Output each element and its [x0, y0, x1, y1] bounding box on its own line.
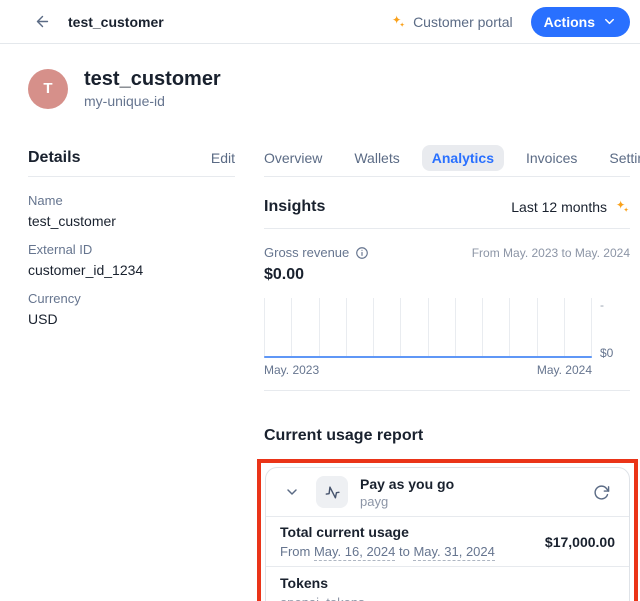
range-end-date[interactable]: May. 31, 2024 — [413, 544, 494, 561]
tab-invoices[interactable]: Invoices — [516, 145, 587, 171]
customer-external-id: my-unique-id — [84, 93, 221, 109]
field-value: customer_id_1234 — [28, 261, 235, 279]
chart-gridline — [591, 298, 592, 358]
chart-gridline — [264, 298, 265, 358]
customer-header: T test_customer my-unique-id — [28, 68, 630, 109]
range-middle: to — [395, 544, 413, 559]
chart-gridline — [291, 298, 292, 358]
arrow-left-icon — [34, 13, 51, 30]
field-currency: Currency USD — [28, 291, 235, 328]
usage-report-heading: Current usage report — [264, 425, 630, 447]
chart-gridline — [346, 298, 347, 358]
tab-settings[interactable]: Settings — [599, 145, 640, 171]
chart-zero-line — [264, 356, 592, 358]
y-axis-label-top: - — [600, 298, 630, 312]
details-heading: Details — [28, 149, 80, 167]
range-prefix: From — [280, 544, 314, 559]
field-name: Name test_customer — [28, 193, 235, 230]
gross-revenue-label: Gross revenue — [264, 245, 349, 260]
pulse-icon — [322, 482, 341, 501]
chart-divider — [264, 390, 630, 391]
field-label: Currency — [28, 291, 235, 307]
insights-divider — [264, 228, 630, 229]
sparkle-icon — [614, 199, 630, 215]
total-usage-amount: $17,000.00 — [545, 534, 615, 550]
red-annotation-box: Pay as you go payg Total current usage F… — [257, 459, 638, 601]
field-label: Name — [28, 193, 235, 209]
total-usage-row: Total current usage From May. 16, 2024 t… — [266, 517, 629, 566]
topbar-title: test_customer — [68, 14, 164, 30]
usage-card: Pay as you go payg Total current usage F… — [265, 467, 630, 601]
chart-gridline — [428, 298, 429, 358]
tab-wallets[interactable]: Wallets — [344, 145, 409, 171]
tabs-divider — [264, 176, 630, 177]
field-value: USD — [28, 310, 235, 328]
range-start-date[interactable]: May. 16, 2024 — [314, 544, 395, 561]
insights-heading: Insights — [264, 198, 325, 216]
customer-portal-label: Customer portal — [413, 14, 513, 30]
avatar-initial: T — [43, 80, 52, 97]
tab-bar: Overview Wallets Analytics Invoices Sett… — [254, 145, 640, 171]
tab-overview[interactable]: Overview — [254, 145, 332, 171]
field-label: External ID — [28, 242, 235, 258]
actions-button[interactable]: Actions — [531, 7, 630, 37]
main-panel: Overview Wallets Analytics Invoices Sett… — [264, 143, 630, 601]
chart-gridline — [537, 298, 538, 358]
chart-gridline — [564, 298, 565, 358]
x-axis-label-start: May. 2023 — [264, 363, 319, 377]
gross-revenue-value: $0.00 — [264, 266, 630, 284]
field-external-id: External ID customer_id_1234 — [28, 242, 235, 279]
chart-gridline — [455, 298, 456, 358]
chart-gridline — [482, 298, 483, 358]
info-icon[interactable] — [355, 246, 369, 260]
chart-gridline — [400, 298, 401, 358]
refresh-icon — [593, 484, 610, 501]
total-usage-range: From May. 16, 2024 to May. 31, 2024 — [280, 544, 495, 559]
sparkle-icon — [390, 14, 406, 30]
chart-plot — [264, 298, 592, 358]
period-label: Last 12 months — [511, 199, 607, 215]
plan-header-row: Pay as you go payg — [266, 468, 629, 516]
x-axis-label-end: May. 2024 — [537, 363, 592, 377]
chart-gridline — [319, 298, 320, 358]
y-axis-label-zero: $0 — [600, 346, 630, 360]
charge-row: Tokens openai_tokens — [266, 567, 629, 601]
tab-analytics[interactable]: Analytics — [422, 145, 504, 171]
gross-revenue-chart: May. 2023 May. 2024 - $0 — [264, 298, 630, 377]
chevron-down-icon — [602, 14, 617, 29]
charge-code: openai_tokens — [280, 595, 615, 601]
plan-icon-container — [316, 476, 348, 508]
edit-details-link[interactable]: Edit — [211, 150, 235, 166]
back-button[interactable] — [30, 10, 54, 34]
metric-date-range: From May. 2023 to May. 2024 — [472, 245, 630, 260]
gross-revenue-label-row: Gross revenue — [264, 245, 369, 260]
chart-gridline — [373, 298, 374, 358]
customer-portal-link[interactable]: Customer portal — [390, 14, 513, 30]
details-divider — [28, 176, 235, 177]
charge-title: Tokens — [280, 575, 615, 592]
total-usage-label: Total current usage — [280, 524, 495, 541]
customer-name: test_customer — [84, 68, 221, 90]
refresh-button[interactable] — [587, 478, 615, 506]
plan-code: payg — [360, 494, 454, 509]
avatar: T — [28, 69, 68, 109]
collapse-toggle-button[interactable] — [280, 480, 304, 504]
details-panel: Details Edit Name test_customer External… — [28, 143, 235, 601]
topbar: test_customer Customer portal Actions — [0, 0, 640, 44]
actions-label: Actions — [544, 14, 595, 30]
field-value: test_customer — [28, 212, 235, 230]
plan-title: Pay as you go — [360, 476, 454, 493]
period-selector[interactable]: Last 12 months — [511, 199, 630, 215]
chart-gridline — [509, 298, 510, 358]
chevron-down-icon — [284, 484, 300, 500]
